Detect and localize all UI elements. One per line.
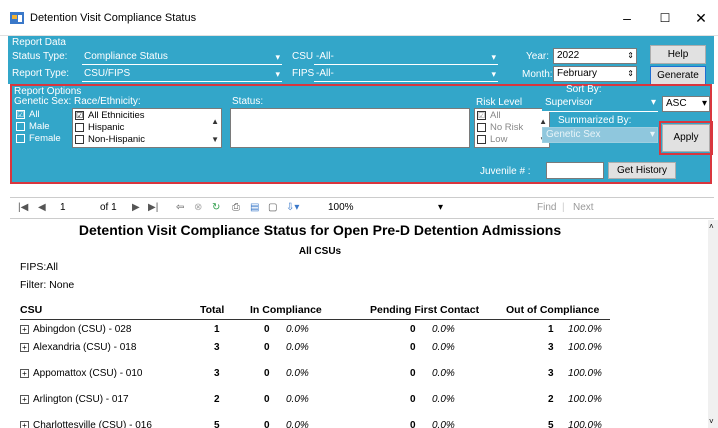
scroll-down-icon[interactable]: ▼ <box>211 135 219 144</box>
report-subtitle: All CSUs <box>298 246 342 257</box>
year-spinner[interactable]: 2022 ⇕ <box>553 48 637 64</box>
csu-combo[interactable]: -All- ▾ <box>314 50 498 65</box>
chevron-down-icon: ▾ <box>491 69 496 79</box>
zoom-combo[interactable]: 100% <box>328 202 354 213</box>
print-layout-icon[interactable]: ▤ <box>250 202 259 213</box>
csu-label: CSU: <box>292 51 316 62</box>
chevron-down-icon[interactable]: ▾ <box>438 202 443 213</box>
apply-button[interactable]: Apply <box>659 121 713 155</box>
risk-low[interactable]: Low <box>475 133 549 145</box>
status-label: Status: <box>232 96 264 107</box>
genetic-sex-list: ☑ All Male Female <box>14 108 70 144</box>
month-spinner[interactable]: February ⇕ <box>553 66 637 82</box>
report-canvas: Detention Visit Compliance Status for Op… <box>10 220 708 428</box>
month-label: Month: <box>522 69 553 80</box>
status-list[interactable] <box>230 108 470 148</box>
report-type-combo[interactable]: CSU/FIPS ▾ <box>82 67 282 82</box>
print-icon[interactable]: ⎙ <box>232 202 240 213</box>
maximize-button[interactable]: ☐ <box>650 8 680 28</box>
fips-combo[interactable]: -All- ▾ <box>314 67 498 82</box>
next-page-icon[interactable]: ▶ <box>132 202 140 213</box>
race-label: Race/Ethnicity: <box>74 96 141 107</box>
last-page-icon[interactable]: ▶| <box>148 202 158 213</box>
expand-icon[interactable]: + <box>20 325 29 334</box>
report-options-panel: Report Options Genetic Sex: ☑ All Male Fe… <box>10 84 713 184</box>
export-icon[interactable]: ⇩▾ <box>286 202 299 213</box>
genetic-sex-all[interactable]: ☑ All <box>14 108 70 120</box>
expand-icon[interactable]: + <box>20 421 29 428</box>
report-vertical-scrollbar[interactable]: ˄ ˅ <box>708 220 718 428</box>
sort-by-combo[interactable]: Supervisor ▾ <box>542 96 658 112</box>
help-button[interactable]: Help <box>650 45 706 64</box>
race-list[interactable]: ☑ All Ethnicities Hispanic Non-Hispanic ▲… <box>72 108 222 148</box>
find-link[interactable]: Find <box>537 202 556 213</box>
refresh-icon[interactable]: ↻ <box>212 202 220 213</box>
sort-by-label: Sort By: <box>566 84 602 95</box>
expand-icon[interactable]: + <box>20 343 29 352</box>
chevron-down-icon: ▾ <box>649 129 655 140</box>
risk-level-list[interactable]: ☑All No Risk Low ▲ ▼ <box>474 108 550 148</box>
risk-level-label: Risk Level <box>476 97 523 108</box>
risk-all[interactable]: ☑ All <box>475 109 549 121</box>
juvenile-number-input[interactable] <box>546 162 604 179</box>
find-separator: | <box>562 202 565 213</box>
expand-icon[interactable]: + <box>20 369 29 378</box>
app-icon <box>10 12 24 24</box>
scroll-up-icon[interactable]: ▲ <box>539 117 547 126</box>
spinner-icon[interactable]: ⇕ <box>627 49 634 63</box>
header-out-of-compliance: Out of Compliance <box>506 304 600 316</box>
expand-icon[interactable]: + <box>20 395 29 404</box>
spinner-icon[interactable]: ⇕ <box>627 67 634 81</box>
page-setup-icon[interactable]: ▢ <box>268 202 277 213</box>
header-in-compliance: In Compliance <box>250 304 322 316</box>
get-history-button[interactable]: Get History <box>608 162 676 179</box>
filter-line: Filter: None <box>20 279 75 291</box>
scroll-up-icon[interactable]: ˄ <box>709 222 714 231</box>
race-all-ethnicities[interactable]: ☑ All Ethnicities <box>73 109 221 121</box>
report-toolbar: |◀ ◀ 1 of 1 ▶ ▶| ⇦ ⊗ ↻ ⎙ ▤ ▢ ⇩▾ 100% ▾ F… <box>10 197 714 219</box>
title-bar: Detention Visit Compliance Status – ☐ ✕ <box>0 0 718 36</box>
back-icon[interactable]: ⇦ <box>176 202 184 213</box>
header-pending-first-contact: Pending First Contact <box>370 304 480 316</box>
status-type-label: Status Type: <box>12 51 68 62</box>
report-data-panel: Report Data Status Type: Compliance Stat… <box>8 36 714 85</box>
minimize-button[interactable]: – <box>612 8 642 28</box>
next-link[interactable]: Next <box>573 202 594 213</box>
header-csu: CSU <box>20 304 43 316</box>
previous-page-icon[interactable]: ◀ <box>38 202 46 213</box>
report-type-label: Report Type: <box>12 68 70 79</box>
status-type-combo[interactable]: Compliance Status ▾ <box>82 50 282 65</box>
summarized-by-combo[interactable]: Genetic Sex ▾ <box>542 127 658 143</box>
scroll-down-icon[interactable]: ˅ <box>709 417 714 426</box>
risk-no-risk[interactable]: No Risk <box>475 121 549 133</box>
summarized-by-label: Summarized By: <box>558 115 632 126</box>
race-non-hispanic[interactable]: Non-Hispanic <box>73 133 221 145</box>
fips-line: FIPS:All <box>20 261 58 273</box>
juvenile-number-label: Juvenile # : <box>480 166 531 177</box>
genetic-sex-male[interactable]: Male <box>14 120 70 132</box>
genetic-sex-female[interactable]: Female <box>14 132 70 144</box>
report-data-label: Report Data <box>12 37 66 48</box>
chevron-down-icon: ▾ <box>650 97 656 108</box>
first-page-icon[interactable]: |◀ <box>18 202 28 213</box>
year-label: Year: <box>526 51 549 62</box>
window-title: Detention Visit Compliance Status <box>30 12 197 24</box>
chevron-down-icon: ▾ <box>701 98 707 109</box>
chevron-down-icon: ▾ <box>275 69 280 79</box>
current-page-field[interactable]: 1 <box>60 202 66 213</box>
chevron-down-icon: ▾ <box>275 52 280 62</box>
header-divider <box>20 319 610 320</box>
chevron-down-icon: ▾ <box>491 52 496 62</box>
race-hispanic[interactable]: Hispanic <box>73 121 221 133</box>
generate-button[interactable]: Generate <box>650 66 706 85</box>
scroll-up-icon[interactable]: ▲ <box>211 117 219 126</box>
genetic-sex-label: Genetic Sex: <box>14 96 72 107</box>
close-button[interactable]: ✕ <box>686 8 716 28</box>
report-title: Detention Visit Compliance Status for Op… <box>78 222 562 238</box>
stop-icon[interactable]: ⊗ <box>194 202 202 213</box>
sort-direction-combo[interactable]: ASC ▾ <box>662 96 710 112</box>
page-count-label: of 1 <box>100 202 117 213</box>
header-total: Total <box>200 304 225 316</box>
